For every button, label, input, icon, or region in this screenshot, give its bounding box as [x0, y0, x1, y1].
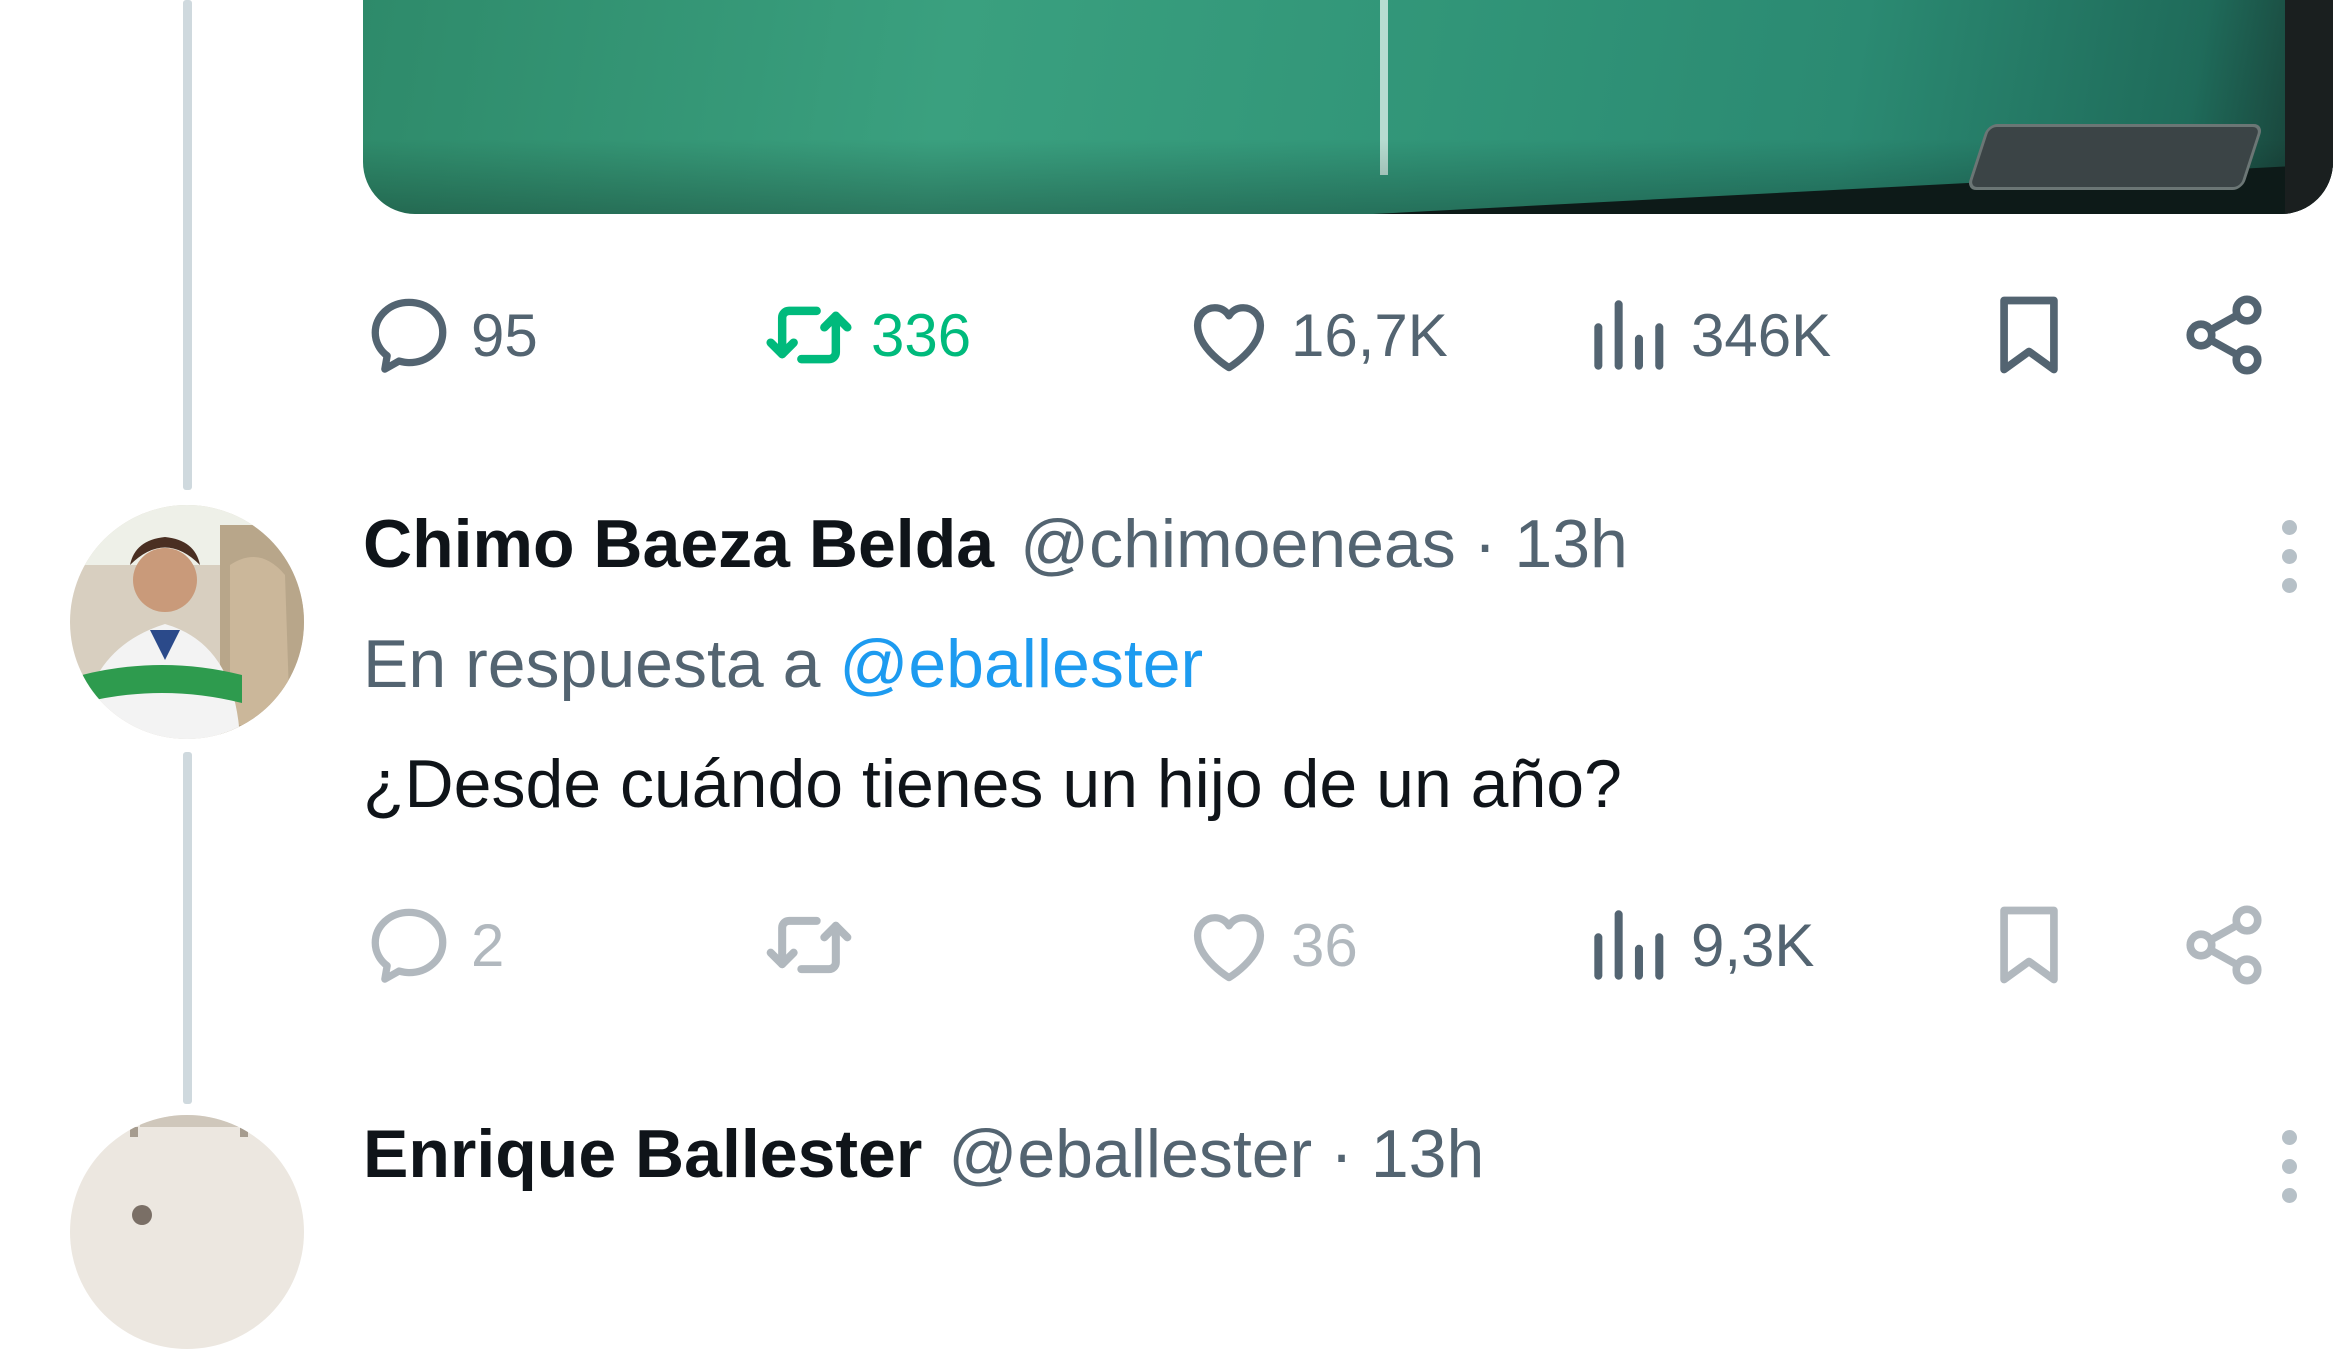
- bookmark-icon: [2000, 906, 2058, 984]
- reply-button[interactable]: 2: [363, 900, 504, 990]
- bookmark-button[interactable]: [1983, 290, 2075, 380]
- tweet-media-image[interactable]: [363, 0, 2333, 214]
- retweet-button[interactable]: 336: [763, 290, 971, 380]
- views-button[interactable]: 9,3K: [1583, 900, 1814, 990]
- separator: ·: [1330, 1116, 1353, 1192]
- timestamp[interactable]: 13h: [1371, 1115, 1484, 1193]
- reply-prefix: En respuesta a: [363, 626, 821, 702]
- share-icon: [2186, 905, 2262, 985]
- like-count: 16,7K: [1291, 301, 1448, 369]
- reply-button[interactable]: 95: [363, 290, 538, 380]
- author-handle[interactable]: @eballester: [948, 1115, 1312, 1193]
- like-count: 36: [1291, 911, 1358, 979]
- reply-count: 95: [471, 301, 538, 369]
- share-icon: [2186, 295, 2262, 375]
- retweet-button[interactable]: [763, 900, 871, 990]
- author-handle[interactable]: @chimoeneas: [1020, 505, 1456, 583]
- share-button[interactable]: [2178, 900, 2270, 990]
- reply-icon: [371, 908, 447, 983]
- view-count: 346K: [1691, 301, 1832, 369]
- separator: ·: [1473, 506, 1497, 582]
- more-icon[interactable]: [2282, 1130, 2298, 1206]
- like-button[interactable]: 16,7K: [1183, 290, 1448, 380]
- like-icon: [1193, 914, 1265, 982]
- views-icon: [1594, 300, 1664, 370]
- retweet-icon: [766, 306, 852, 364]
- timestamp[interactable]: 13h: [1514, 505, 1627, 583]
- avatar[interactable]: [70, 1115, 304, 1349]
- reply-count: 2: [471, 911, 505, 979]
- bookmark-button[interactable]: [1983, 900, 2075, 990]
- bookmark-icon: [2000, 296, 2058, 374]
- tweet-header: Chimo Baeza Belda @chimoeneas · 13h: [363, 505, 1628, 583]
- share-button[interactable]: [2178, 290, 2270, 380]
- thread-line-mid: [183, 752, 192, 1104]
- reply-handle-link[interactable]: @eballester: [839, 626, 1203, 702]
- author-name[interactable]: Chimo Baeza Belda: [363, 505, 994, 583]
- author-name[interactable]: Enrique Ballester: [363, 1115, 922, 1193]
- tweet-header: Enrique Ballester @eballester · 13h: [363, 1115, 1484, 1193]
- view-count: 9,3K: [1691, 911, 1815, 979]
- reply-icon: [371, 298, 447, 373]
- tweet-actions: 2 36 9,3K: [363, 900, 2283, 990]
- reply-context: En respuesta a @eballester: [363, 625, 1203, 703]
- like-button[interactable]: 36: [1183, 900, 1358, 990]
- views-icon: [1594, 910, 1664, 980]
- retweet-icon: [766, 916, 852, 974]
- like-icon: [1193, 304, 1265, 372]
- thread-line-top: [183, 0, 192, 490]
- more-icon[interactable]: [2282, 520, 2298, 596]
- retweet-count: 336: [871, 301, 972, 369]
- avatar[interactable]: [70, 505, 304, 739]
- tweet-text: ¿Desde cuándo tienes un hijo de un año?: [363, 746, 1622, 822]
- tweet-actions: 95 336 16,7K 346K: [363, 290, 2283, 380]
- views-button[interactable]: 346K: [1583, 290, 1831, 380]
